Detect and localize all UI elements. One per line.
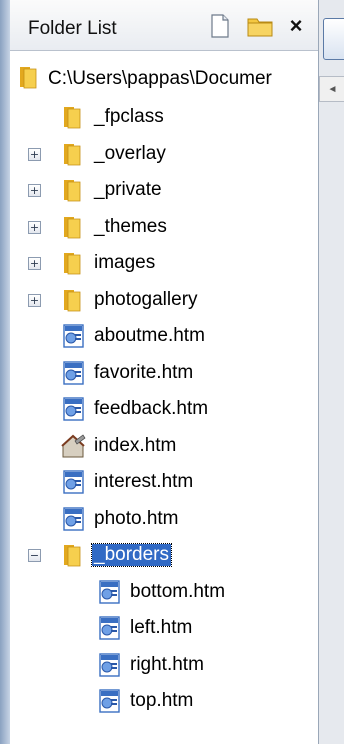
editor-edge: ◄: [319, 0, 344, 744]
tree-item[interactable]: favorite.htm: [10, 356, 318, 390]
tree-item[interactable]: + _private: [10, 173, 318, 207]
tree-item[interactable]: left.htm: [10, 611, 318, 645]
tree-item[interactable]: aboutme.htm: [10, 319, 318, 353]
web-page-icon: [99, 689, 120, 713]
tree-item-label: interest.htm: [94, 471, 194, 492]
web-page-icon: [63, 397, 84, 421]
folder-icon: [64, 253, 81, 275]
folder-icon: [64, 107, 81, 129]
web-page-icon: [63, 360, 84, 385]
folder-icon: [64, 143, 81, 165]
tree-item[interactable]: bottom.htm: [10, 575, 318, 609]
tree-item-label: bottom.htm: [130, 580, 226, 602]
tree-item[interactable]: interest.htm: [10, 465, 318, 499]
new-page-icon: [211, 14, 229, 38]
tree-item-label: _overlay: [94, 142, 166, 164]
folder-list-panel: Folder List × C:\Users\pappas\Documer _f…: [10, 0, 319, 744]
tree-item[interactable]: photo.htm: [10, 502, 318, 536]
new-folder-icon: [247, 18, 273, 37]
web-page-icon: [99, 652, 120, 677]
web-page-icon: [63, 324, 84, 348]
new-page-button[interactable]: [206, 12, 234, 40]
close-button[interactable]: ×: [282, 12, 310, 40]
tree-item-label: images: [94, 252, 156, 273]
tree-item-label: index.htm: [94, 434, 177, 456]
tree-item-label: _borders: [91, 543, 172, 567]
tree-item-label: _themes: [94, 215, 167, 237]
expand-icon[interactable]: +: [28, 147, 41, 161]
tree-item-label: photo.htm: [94, 507, 179, 529]
window-frame: Folder List × C:\Users\pappas\Documer _f…: [0, 0, 344, 744]
web-page-icon: [99, 579, 120, 604]
tree-item-label: favorite.htm: [94, 361, 194, 383]
collapse-icon[interactable]: −: [28, 549, 41, 562]
tree-item-label: _fpclass: [94, 106, 164, 127]
tree-item[interactable]: index.htm: [10, 429, 318, 463]
expand-icon[interactable]: +: [28, 293, 41, 307]
web-page-icon: [63, 470, 84, 494]
tree-item-label: top.htm: [130, 690, 194, 711]
folder-icon: [64, 216, 81, 238]
window-left-border: [0, 0, 10, 744]
web-page-icon: [63, 506, 84, 531]
tree-item[interactable]: + _themes: [10, 210, 318, 244]
new-folder-button[interactable]: [246, 12, 274, 40]
expand-icon[interactable]: +: [28, 220, 41, 234]
tree-item[interactable]: right.htm: [10, 648, 318, 682]
tree-item-label: _private: [94, 179, 162, 200]
web-page-icon: [99, 616, 120, 640]
scroll-left-button[interactable]: ◄: [319, 76, 344, 102]
tree-item[interactable]: feedback.htm: [10, 392, 318, 426]
tree-item[interactable]: top.htm: [10, 684, 318, 718]
tree-item-label: feedback.htm: [94, 398, 209, 419]
editor-tab[interactable]: [323, 18, 344, 60]
tree-item-label: photogallery: [94, 288, 198, 310]
tree-root-label: C:\Users\pappas\Documer: [48, 68, 272, 89]
panel-header: Folder List ×: [10, 0, 318, 51]
tree-item-label: left.htm: [130, 617, 193, 638]
tree-item-label: right.htm: [130, 653, 204, 675]
folder-icon: [64, 545, 81, 567]
expand-icon[interactable]: +: [28, 184, 41, 197]
expand-icon[interactable]: +: [28, 257, 41, 270]
tree-item-label: aboutme.htm: [94, 325, 205, 346]
tree-item[interactable]: _fpclass: [10, 100, 318, 134]
tree-root[interactable]: C:\Users\pappas\Documer: [10, 62, 318, 96]
folder-icon: [20, 67, 37, 89]
home-page-icon: [61, 433, 86, 457]
folder-icon: [64, 289, 81, 311]
tree-item[interactable]: + photogallery: [10, 283, 318, 317]
tree-item[interactable]: + images: [10, 246, 318, 280]
panel-title: Folder List: [28, 18, 117, 39]
folder-icon: [64, 180, 81, 202]
tree-item[interactable]: − _borders: [10, 538, 318, 572]
tree-item[interactable]: + _overlay: [10, 137, 318, 171]
